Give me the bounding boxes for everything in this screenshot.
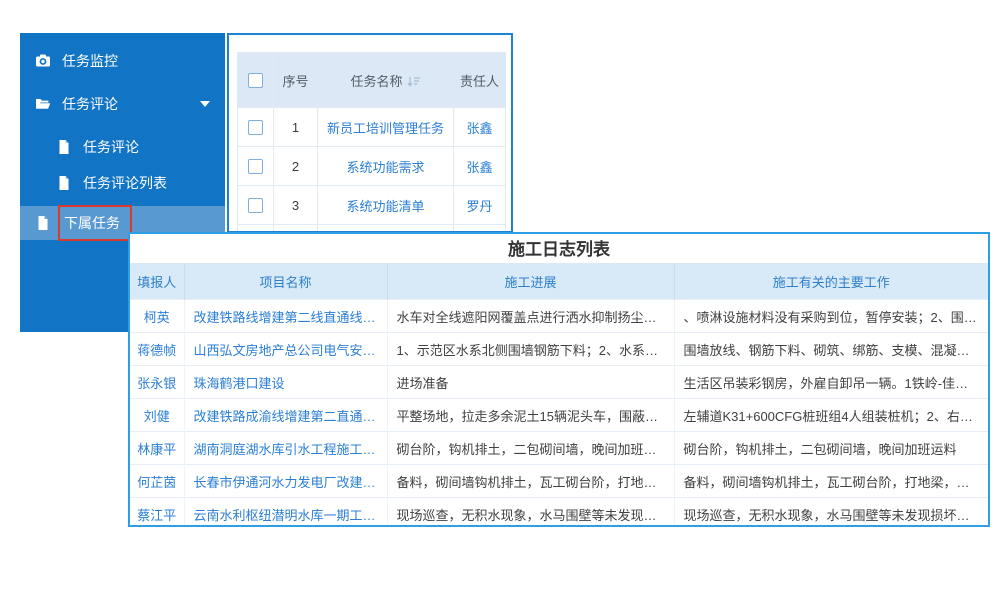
progress-cell: 水车对全线遮阳网覆盖点进行洒水抑制扬尘，裸土覆...: [387, 300, 674, 333]
log-row: 蒋德帧 山西弘文房地产总公司电气安装工程 1、示范区水系北侧围墙钢筋下料；2、水…: [130, 333, 988, 366]
chevron-down-icon[interactable]: [200, 101, 210, 107]
task-name-link[interactable]: 新员工培训管理任务: [318, 108, 454, 147]
log-table-header-row: 填报人 项目名称 施工进展 施工有关的主要工作: [130, 263, 988, 300]
log-row: 蔡江平 云南水利枢纽潜明水库一期工程施工I标 现场巡查，无积水现象，水马围壁等未…: [130, 498, 988, 528]
row-checkbox[interactable]: [248, 198, 263, 213]
reporter-link[interactable]: 蔡江平: [130, 498, 184, 528]
project-link[interactable]: 湖南洞庭湖水库引水工程施工I标: [184, 432, 387, 465]
work-cell: 生活区吊装彩钢房，外雇自卸吊一辆。1铁岭-佳和铲车一台: [674, 366, 988, 399]
checkbox-cell: [238, 147, 274, 186]
work-cell: 、喷淋设施材料没有采购到位，暂停安装；2、围蔽班组以货...: [674, 300, 988, 333]
project-link[interactable]: 珠海鹤港口建设: [184, 366, 387, 399]
panel-title: 施工日志列表: [130, 234, 988, 263]
no-cell: 2: [274, 147, 318, 186]
log-row: 林康平 湖南洞庭湖水库引水工程施工I标 砌台阶，钩机排土，二包砌间墙，晚间加班运…: [130, 432, 988, 465]
task-table: 序号 任务名称 责任人 1 新员工培训管理任务 张鑫 2 系统功能需求 张鑫 3…: [237, 52, 506, 233]
col-header-work: 施工有关的主要工作: [674, 263, 988, 300]
file-icon: [56, 175, 72, 191]
project-link[interactable]: 云南水利枢纽潜明水库一期工程施工I标: [184, 498, 387, 528]
task-row: 3 系统功能清单 罗丹: [238, 186, 506, 225]
progress-cell: 砌台阶，钩机排土，二包砌间墙，晚间加班运料: [387, 432, 674, 465]
log-row: 柯英 改建铁路线增建第二线直通线（成都-... 水车对全线遮阳网覆盖点进行洒水抑…: [130, 300, 988, 333]
work-cell: 砌台阶，钩机排土，二包砌间墙，晚间加班运料: [674, 432, 988, 465]
file-icon: [56, 139, 72, 155]
work-cell: 左辅道K31+600CFG桩班组4人组装桩机；2、右侧辅道拼宽...: [674, 399, 988, 432]
no-cell: 1: [274, 108, 318, 147]
owner-cell[interactable]: 张鑫: [454, 108, 506, 147]
reporter-link[interactable]: 林康平: [130, 432, 184, 465]
select-all-cell: [238, 53, 274, 108]
select-all-checkbox[interactable]: [248, 73, 263, 88]
project-link[interactable]: 改建铁路线增建第二线直通线（成都-...: [184, 300, 387, 333]
highlight-box: 下属任务: [58, 205, 132, 241]
reporter-link[interactable]: 柯英: [130, 300, 184, 333]
owner-cell[interactable]: 张鑫: [454, 147, 506, 186]
log-row: 张永银 珠海鹤港口建设 进场准备 生活区吊装彩钢房，外雇自卸吊一辆。1铁岭-佳和…: [130, 366, 988, 399]
folder-open-icon: [35, 96, 51, 112]
log-row: 何芷茵 长春市伊通河水力发电厂改建工程 备料，砌间墙钩机排土，瓦工砌台阶，打地梁…: [130, 465, 988, 498]
log-table: 填报人 项目名称 施工进展 施工有关的主要工作 柯英 改建铁路线增建第二线直通线…: [130, 263, 988, 527]
sort-amount-down-icon[interactable]: [407, 75, 421, 88]
project-link[interactable]: 山西弘文房地产总公司电气安装工程: [184, 333, 387, 366]
reporter-link[interactable]: 张永银: [130, 366, 184, 399]
sidebar-item-label: 任务评论: [62, 94, 118, 114]
col-header-reporter: 填报人: [130, 263, 184, 300]
sidebar-item-task-comment[interactable]: 任务评论: [20, 130, 225, 164]
task-row: 1 新员工培训管理任务 张鑫: [238, 108, 506, 147]
progress-cell: 进场准备: [387, 366, 674, 399]
col-header-no: 序号: [274, 53, 318, 108]
work-cell: 现场巡查，无积水现象，水马围壁等未发现损坏和吹倒现象 ...: [674, 498, 988, 528]
sidebar-item-label: 任务评论列表: [83, 173, 167, 193]
sidebar-item-label: 任务评论: [83, 137, 139, 157]
checkbox-cell: [238, 108, 274, 147]
task-list-panel: 序号 任务名称 责任人 1 新员工培训管理任务 张鑫 2 系统功能需求 张鑫 3…: [227, 33, 513, 233]
sidebar-item-label: 任务监控: [62, 51, 118, 71]
file-icon: [35, 215, 51, 231]
task-row: 2 系统功能需求 张鑫: [238, 147, 506, 186]
log-row: 刘健 改建铁路成渝线增建第二直通线（成... 平整场地，拉走多余泥土15辆泥头车…: [130, 399, 988, 432]
sidebar-item-task-comments-group[interactable]: 任务评论: [20, 87, 225, 121]
progress-cell: 现场巡查，无积水现象，水马围壁等未发现损坏和吹...: [387, 498, 674, 528]
checkbox-cell: [238, 186, 274, 225]
reporter-link[interactable]: 刘健: [130, 399, 184, 432]
construction-log-panel: 施工日志列表 填报人 项目名称 施工进展 施工有关的主要工作 柯英 改建铁路线增…: [128, 232, 990, 527]
progress-cell: 平整场地，拉走多余泥土15辆泥头车，围蔽板班组没...: [387, 399, 674, 432]
row-checkbox[interactable]: [248, 159, 263, 174]
sidebar-item-task-comment-list[interactable]: 任务评论列表: [20, 166, 225, 200]
project-link[interactable]: 长春市伊通河水力发电厂改建工程: [184, 465, 387, 498]
col-header-progress: 施工进展: [387, 263, 674, 300]
sidebar-item-label: 下属任务: [64, 215, 120, 231]
task-name-link[interactable]: 系统功能清单: [318, 186, 454, 225]
sidebar-item-task-monitor[interactable]: 任务监控: [20, 44, 225, 78]
col-header-task-name[interactable]: 任务名称: [318, 53, 454, 108]
progress-cell: 备料，砌间墙钩机排土，瓦工砌台阶，打地梁，只摸...: [387, 465, 674, 498]
task-table-header-row: 序号 任务名称 责任人: [238, 53, 506, 108]
work-cell: 围墙放线、钢筋下料、砌筑、绑筋、支模、混凝土浇注、清...: [674, 333, 988, 366]
work-cell: 备料，砌间墙钩机排土，瓦工砌台阶，打地梁，只摸板，砌...: [674, 465, 988, 498]
no-cell: 3: [274, 186, 318, 225]
camera-icon: [35, 53, 51, 69]
col-header-project: 项目名称: [184, 263, 387, 300]
progress-cell: 1、示范区水系北侧围墙钢筋下料；2、水系北侧绿化...: [387, 333, 674, 366]
row-checkbox[interactable]: [248, 120, 263, 135]
owner-cell[interactable]: 罗丹: [454, 186, 506, 225]
reporter-link[interactable]: 何芷茵: [130, 465, 184, 498]
project-link[interactable]: 改建铁路成渝线增建第二直通线（成...: [184, 399, 387, 432]
reporter-link[interactable]: 蒋德帧: [130, 333, 184, 366]
col-header-owner: 责任人: [454, 53, 506, 108]
task-name-link[interactable]: 系统功能需求: [318, 147, 454, 186]
